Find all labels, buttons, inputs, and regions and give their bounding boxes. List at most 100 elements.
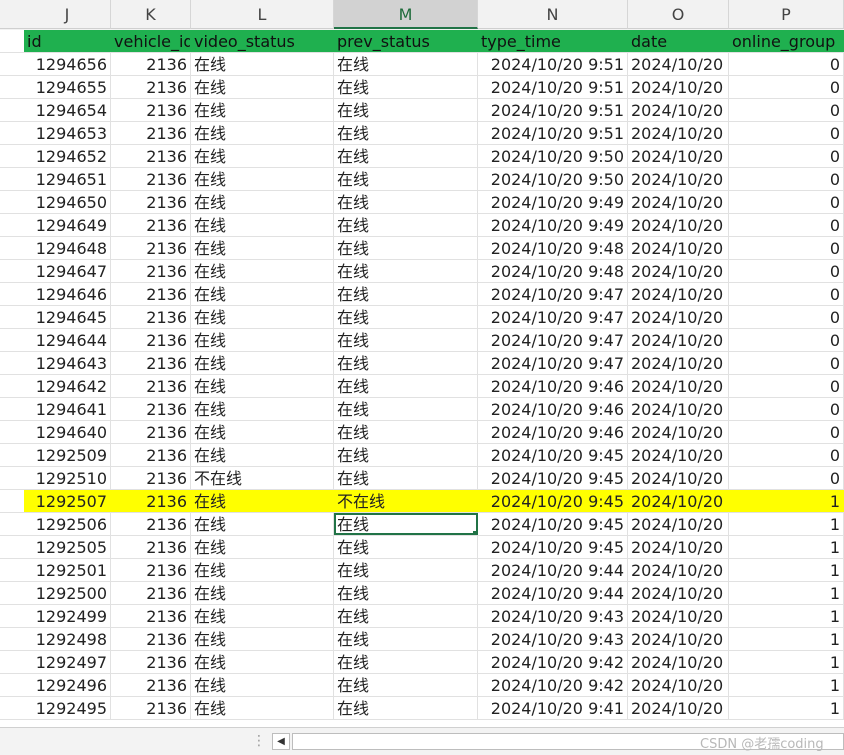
row-gutter[interactable]	[0, 283, 24, 305]
cell-k[interactable]: 2136	[111, 421, 191, 443]
cell-o[interactable]: 2024/10/20	[628, 697, 729, 719]
triangle-left-icon[interactable]: ◀	[272, 733, 290, 750]
cell-p[interactable]: 1	[729, 674, 844, 696]
cell-n[interactable]: 2024/10/20 9:49	[478, 191, 628, 213]
cell-k[interactable]: 2136	[111, 260, 191, 282]
cell-n[interactable]: 2024/10/20 9:45	[478, 490, 628, 512]
row-gutter[interactable]	[0, 145, 24, 167]
cell-m[interactable]: 在线	[334, 352, 478, 374]
cell-o[interactable]: 2024/10/20	[628, 559, 729, 581]
cell-l[interactable]: 在线	[191, 513, 334, 535]
cell-p[interactable]: 0	[729, 260, 844, 282]
cell-m[interactable]: 在线	[334, 444, 478, 466]
cell-k[interactable]: 2136	[111, 352, 191, 374]
cell-p[interactable]: 0	[729, 237, 844, 259]
cell-k[interactable]: 2136	[111, 191, 191, 213]
cell-j[interactable]: 1294653	[24, 122, 111, 144]
cell-o[interactable]: 2024/10/20	[628, 375, 729, 397]
cell-p[interactable]: 0	[729, 329, 844, 351]
cell-p[interactable]: 1	[729, 559, 844, 581]
cell-m[interactable]: 在线	[334, 53, 478, 75]
cell-n[interactable]: 2024/10/20 9:46	[478, 398, 628, 420]
cell-l[interactable]: 在线	[191, 375, 334, 397]
row-gutter[interactable]	[0, 168, 24, 190]
cell-l[interactable]: 在线	[191, 99, 334, 121]
row-gutter[interactable]	[0, 214, 24, 236]
cell-l[interactable]: 在线	[191, 168, 334, 190]
cell-k[interactable]: 2136	[111, 237, 191, 259]
cell-p[interactable]: 1	[729, 651, 844, 673]
cell-k[interactable]: 2136	[111, 145, 191, 167]
cell-l[interactable]: 在线	[191, 53, 334, 75]
cell-m[interactable]: 在线	[334, 467, 478, 489]
cell-l[interactable]: 在线	[191, 398, 334, 420]
cell-m[interactable]: 在线	[334, 697, 478, 719]
cell-l[interactable]: 在线	[191, 260, 334, 282]
cell-n[interactable]: 2024/10/20 9:46	[478, 375, 628, 397]
cell-j[interactable]: 1292505	[24, 536, 111, 558]
row-gutter[interactable]	[0, 536, 24, 558]
cell-j[interactable]: 1292501	[24, 559, 111, 581]
cell-n[interactable]: 2024/10/20 9:42	[478, 674, 628, 696]
cell-m[interactable]: 在线	[334, 76, 478, 98]
cell-n[interactable]: 2024/10/20 9:45	[478, 467, 628, 489]
cell-p[interactable]: 0	[729, 306, 844, 328]
cell-m[interactable]: 在线	[334, 651, 478, 673]
column-header-j[interactable]: J	[24, 0, 111, 29]
cell-n[interactable]: 2024/10/20 9:45	[478, 444, 628, 466]
row-gutter[interactable]	[0, 398, 24, 420]
cell-k[interactable]: 2136	[111, 674, 191, 696]
cell-j[interactable]: 1294649	[24, 214, 111, 236]
cell-k[interactable]: 2136	[111, 168, 191, 190]
cell-k[interactable]: 2136	[111, 99, 191, 121]
cell-j[interactable]: 1292499	[24, 605, 111, 627]
cell-n[interactable]: 2024/10/20 9:51	[478, 122, 628, 144]
cell-p[interactable]: 0	[729, 76, 844, 98]
cell-p[interactable]: 0	[729, 421, 844, 443]
cell-m[interactable]: 不在线	[334, 490, 478, 512]
cell-o[interactable]: 2024/10/20	[628, 237, 729, 259]
cell-j[interactable]: 1294647	[24, 260, 111, 282]
cell-j[interactable]: 1294644	[24, 329, 111, 351]
cell-n[interactable]: 2024/10/20 9:45	[478, 513, 628, 535]
row-gutter[interactable]	[0, 99, 24, 121]
cell-m[interactable]: prev_status	[334, 30, 478, 52]
cell-j[interactable]: 1292497	[24, 651, 111, 673]
cell-m[interactable]: 在线	[334, 329, 478, 351]
cell-l[interactable]: 在线	[191, 145, 334, 167]
cell-l[interactable]: 在线	[191, 536, 334, 558]
row-gutter[interactable]	[0, 352, 24, 374]
cell-m[interactable]: 在线	[334, 168, 478, 190]
cell-k[interactable]: 2136	[111, 329, 191, 351]
cell-p[interactable]: 1	[729, 536, 844, 558]
cell-j[interactable]: 1294648	[24, 237, 111, 259]
cell-k[interactable]: 2136	[111, 398, 191, 420]
row-gutter[interactable]	[0, 30, 24, 52]
cell-m[interactable]: 在线	[334, 306, 478, 328]
cell-j[interactable]: 1292498	[24, 628, 111, 650]
cell-p[interactable]: 1	[729, 490, 844, 512]
cell-p[interactable]: 0	[729, 398, 844, 420]
cell-n[interactable]: 2024/10/20 9:44	[478, 582, 628, 604]
cell-p[interactable]: 1	[729, 513, 844, 535]
cell-l[interactable]: 在线	[191, 697, 334, 719]
cell-m[interactable]: 在线	[334, 214, 478, 236]
cell-n[interactable]: 2024/10/20 9:51	[478, 76, 628, 98]
cell-j[interactable]: 1292495	[24, 697, 111, 719]
cell-p[interactable]: 0	[729, 375, 844, 397]
cell-k[interactable]: 2136	[111, 467, 191, 489]
cell-o[interactable]: 2024/10/20	[628, 398, 729, 420]
cell-l[interactable]: 在线	[191, 237, 334, 259]
cell-l[interactable]: video_status	[191, 30, 334, 52]
cell-j[interactable]: 1294641	[24, 398, 111, 420]
column-header-m[interactable]: M	[334, 0, 478, 29]
cell-k[interactable]: 2136	[111, 375, 191, 397]
cell-j[interactable]: 1294654	[24, 99, 111, 121]
cell-o[interactable]: 2024/10/20	[628, 76, 729, 98]
cell-j[interactable]: 1294646	[24, 283, 111, 305]
cell-p[interactable]: 0	[729, 467, 844, 489]
cell-p[interactable]: 1	[729, 697, 844, 719]
cell-n[interactable]: type_time	[478, 30, 628, 52]
cell-m[interactable]: 在线	[334, 260, 478, 282]
cell-o[interactable]: 2024/10/20	[628, 99, 729, 121]
